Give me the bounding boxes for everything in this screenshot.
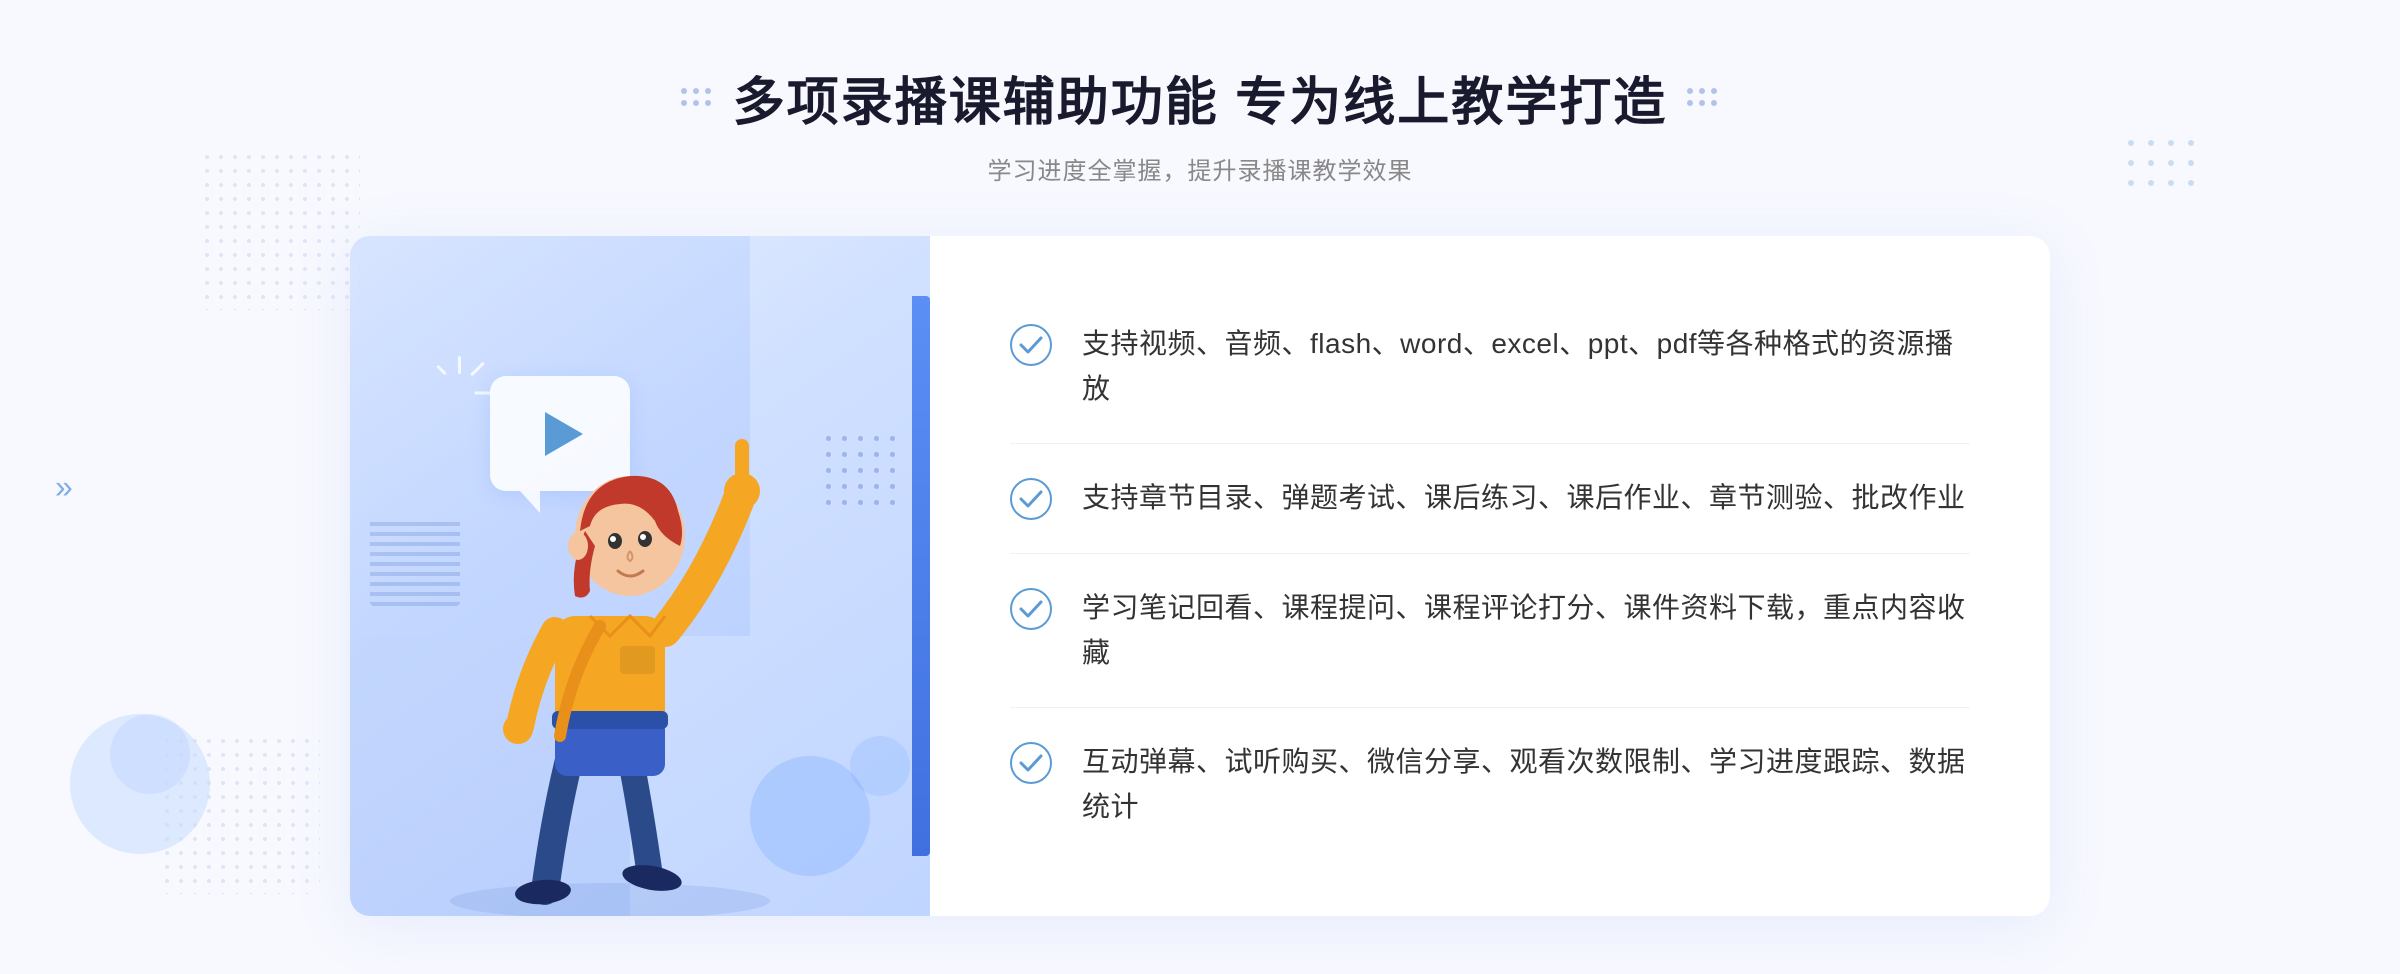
main-title: 多项录播课辅助功能 专为线上教学打造 — [733, 60, 1667, 135]
features-area: 支持视频、音频、flash、word、excel、ppt、pdf等各种格式的资源… — [930, 236, 2050, 916]
bg-dots-right — [2128, 140, 2200, 192]
feature-text-2: 支持章节目录、弹题考试、课后练习、课后作业、章节测验、批改作业 — [1082, 476, 1966, 521]
feature-item-4: 互动弹幕、试听购买、微信分享、观看次数限制、学习进度跟踪、数据统计 — [1010, 720, 1970, 850]
illustration-area — [350, 236, 930, 916]
check-icon-3 — [1010, 588, 1052, 630]
chevron-left-icon: » — [55, 469, 73, 506]
feature-text-3: 学习笔记回看、课程提问、课程评论打分、课件资料下载，重点内容收藏 — [1082, 586, 1970, 676]
check-icon-2 — [1010, 478, 1052, 520]
vertical-bar — [912, 296, 930, 856]
dots-pattern-left-bottom — [160, 734, 320, 894]
feature-text-1: 支持视频、音频、flash、word、excel、ppt、pdf等各种格式的资源… — [1082, 322, 1970, 412]
illus-dots — [826, 436, 900, 510]
feature-item-3: 学习笔记回看、课程提问、课程评论打分、课件资料下载，重点内容收藏 — [1010, 566, 1970, 696]
title-dots-right — [1687, 88, 1719, 108]
check-icon-1 — [1010, 324, 1052, 366]
header-section: 多项录播课辅助功能 专为线上教学打造 学习进度全掌握，提升录播课教学效果 — [681, 60, 1719, 186]
dots-pattern-left-top — [200, 150, 360, 310]
illus-circle-small — [850, 736, 910, 796]
check-icon-4 — [1010, 742, 1052, 784]
divider-3 — [1010, 707, 1970, 708]
feature-text-4: 互动弹幕、试听购买、微信分享、观看次数限制、学习进度跟踪、数据统计 — [1082, 740, 1970, 830]
content-card: 支持视频、音频、flash、word、excel、ppt、pdf等各种格式的资源… — [350, 236, 2050, 916]
feature-item-2: 支持章节目录、弹题考试、课后练习、课后作业、章节测验、批改作业 — [1010, 456, 1970, 541]
title-row: 多项录播课辅助功能 专为线上教学打造 — [681, 60, 1719, 135]
divider-2 — [1010, 553, 1970, 554]
title-dots-left — [681, 88, 713, 108]
sub-title: 学习进度全掌握，提升录播课教学效果 — [681, 151, 1719, 186]
divider-1 — [1010, 443, 1970, 444]
page-container: » 多项录播课辅助功能 专为线上教学打造 学习进度全掌握，提升录播课教学效果 — [0, 0, 2400, 974]
feature-item-1: 支持视频、音频、flash、word、excel、ppt、pdf等各种格式的资源… — [1010, 302, 1970, 432]
